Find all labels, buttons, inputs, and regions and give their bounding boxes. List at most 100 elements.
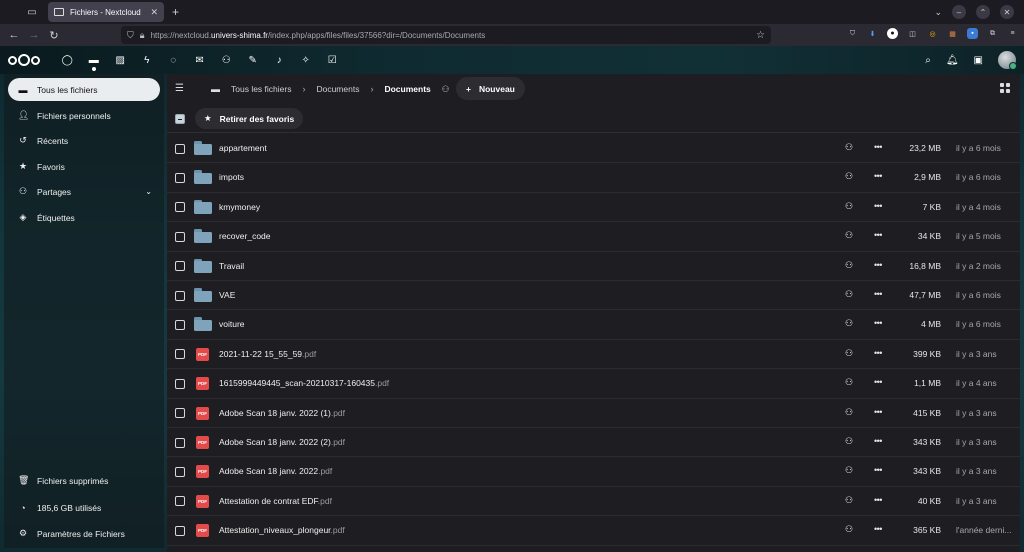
extension-blue-icon[interactable]: ▪ [967,28,978,39]
share-icon[interactable]: ⚇ [845,171,853,182]
sidebar-item-personal-files[interactable]: 👤︎ Fichiers personnels [8,104,160,127]
sidebar-item-tags[interactable]: ◈ Étiquettes [8,206,160,229]
menu-icon[interactable]: ≡ [1007,28,1018,39]
sidebar-item-favorites[interactable]: ★ Favoris [8,155,160,178]
table-row[interactable]: PDF Attestation_niveaux_plongeur.pdf ⚇ ••• 3… [167,516,1020,546]
sidebar-item-settings[interactable]: ⚙ Paramètres de Fichiers [8,522,160,545]
share-icon[interactable]: ⚇ [845,230,853,241]
row-checkbox[interactable] [175,143,185,154]
share-icon[interactable]: ⚇ [845,201,853,212]
share-icon[interactable]: ⚇ [845,495,853,506]
more-actions-icon[interactable]: ••• [874,407,882,417]
notes-icon[interactable]: ✎ [240,46,267,74]
breadcrumb-parent[interactable]: Documents [316,84,359,94]
file-name[interactable]: Adobe Scan 18 janv. 2022 (2).pdf [219,428,345,457]
row-checkbox[interactable] [175,261,185,272]
more-actions-icon[interactable]: ••• [874,436,882,446]
search-icon[interactable]: ⌕ [925,55,931,66]
dashboard-icon[interactable]: ◯ [54,46,81,74]
contacts-icon[interactable]: ⚇ [213,46,240,74]
music-icon[interactable]: ♪ [266,46,293,74]
table-row[interactable]: PDF 1615999449445_scan-20210317-160435.pd… [167,369,1020,399]
back-icon[interactable]: ← [4,29,24,41]
more-actions-icon[interactable]: ••• [874,465,882,475]
more-actions-icon[interactable]: ••• [874,377,882,387]
breadcrumb-current[interactable]: Documents [384,84,430,94]
file-name[interactable]: Adobe Scan 18 janv. 2022 (1).pdf [219,399,345,428]
row-checkbox[interactable] [175,437,185,448]
close-window-icon[interactable]: ✕ [1000,5,1014,19]
file-name[interactable]: 2021-11-22 15_55_59.pdf [219,340,316,369]
share-icon[interactable]: ⚇ [845,260,853,271]
browser-tab[interactable]: Fichiers - Nextcloud ✕ [48,2,164,22]
share-folder-icon[interactable]: ⚇ [442,84,450,95]
activity-icon[interactable]: ϟ [134,46,161,74]
sidebar-item-recent[interactable]: ↺ Récents [8,129,160,152]
table-row[interactable]: recover_code ⚇ ••• 34 KB il y a 5 mois [167,222,1020,252]
notifications-icon[interactable]: 🔔︎ [946,55,959,66]
extensions-icon[interactable]: ◫ [907,28,918,39]
lock-icon[interactable]: 🔒︎ [140,30,145,41]
row-checkbox[interactable] [175,525,185,536]
download-icon[interactable]: ⬇ [867,28,878,39]
file-name[interactable]: VAE [219,281,235,310]
news-icon[interactable]: ✧ [293,46,320,74]
table-row[interactable]: PDF Adobe Scan 18 janv. 2022 (2).pdf ⚇ ••• 3… [167,428,1020,458]
more-actions-icon[interactable]: ••• [874,171,882,181]
minimize-icon[interactable]: – [952,5,966,19]
extension-ring-icon[interactable]: ◎ [927,28,938,39]
chevron-down-icon[interactable]: ⌄ [145,187,152,196]
share-icon[interactable]: ⚇ [845,377,853,388]
puzzle-icon[interactable]: ⧉ [987,28,998,39]
file-name[interactable]: voiture [219,310,245,339]
row-checkbox[interactable] [175,466,185,477]
table-row[interactable]: appartement ⚇ ••• 23,2 MB il y a 6 mois [167,134,1020,164]
row-checkbox[interactable] [175,408,185,419]
extension-grid-icon[interactable]: ▦ [947,28,958,39]
file-name[interactable]: Adobe Scan 18 janv. 2022.pdf [219,457,332,486]
sidebar-item-shares[interactable]: ⚇ Partages ⌄ [8,180,160,203]
row-checkbox[interactable] [175,290,185,301]
share-icon[interactable]: ⚇ [845,289,853,300]
file-name[interactable]: Attestation_niveaux_plongeur.pdf [219,516,345,545]
remove-favorite-button[interactable]: ★ Retirer des favoris [195,108,304,129]
more-actions-icon[interactable]: ••• [874,142,882,152]
table-row[interactable]: Travail ⚇ ••• 16,8 MB il y a 2 mois [167,252,1020,281]
share-icon[interactable]: ⚇ [845,407,853,418]
share-icon[interactable]: ⚇ [845,348,853,359]
mail-icon[interactable]: ✉ [187,46,214,74]
row-checkbox[interactable] [175,319,185,330]
toggle-navigation-icon[interactable]: ☰ [175,83,184,94]
file-name[interactable]: recover_code [219,222,271,251]
bookmark-star-icon[interactable]: ☆ [756,30,765,41]
file-name[interactable]: Attestation de contrat EDF.pdf [219,487,332,516]
select-all-checkbox[interactable] [175,114,185,124]
table-row[interactable]: voiture ⚇ ••• 4 MB il y a 6 mois [167,310,1020,340]
row-checkbox[interactable] [175,349,185,360]
more-actions-icon[interactable]: ••• [874,495,882,505]
file-name[interactable]: Travail [219,252,244,281]
list-all-tabs-icon[interactable]: ⌄ [934,7,942,18]
table-row[interactable]: PDF 2021-11-22 15_55_59.pdf ⚇ ••• 399 KB il y… [167,340,1020,370]
row-checkbox[interactable] [175,496,185,507]
file-name[interactable]: appartement [219,134,267,163]
share-icon[interactable]: ⚇ [845,465,853,476]
share-icon[interactable]: ⚇ [845,142,853,153]
folder-icon[interactable]: ▬ [211,84,220,94]
row-checkbox[interactable] [175,172,185,183]
photos-icon[interactable]: ▨ [107,46,134,74]
close-tab-icon[interactable]: ✕ [150,7,158,18]
file-name[interactable]: impots [219,163,244,192]
talk-icon[interactable]: ◌ [160,46,187,74]
reload-icon[interactable]: ↻ [44,29,64,42]
contacts-menu-icon[interactable]: ▣ [974,55,983,66]
table-row[interactable]: PDF Adobe Scan 18 janv. 2022 (1).pdf ⚇ ••• 4… [167,399,1020,428]
more-actions-icon[interactable]: ••• [874,201,882,211]
share-icon[interactable]: ⚇ [845,436,853,447]
more-actions-icon[interactable]: ••• [874,289,882,299]
tab-list-icon[interactable]: ▭ [22,2,42,22]
table-row[interactable]: kmymoney ⚇ ••• 7 KB il y a 4 mois [167,193,1020,223]
more-actions-icon[interactable]: ••• [874,230,882,240]
new-button[interactable]: + Nouveau [456,77,525,100]
grid-view-icon[interactable] [1000,83,1010,93]
